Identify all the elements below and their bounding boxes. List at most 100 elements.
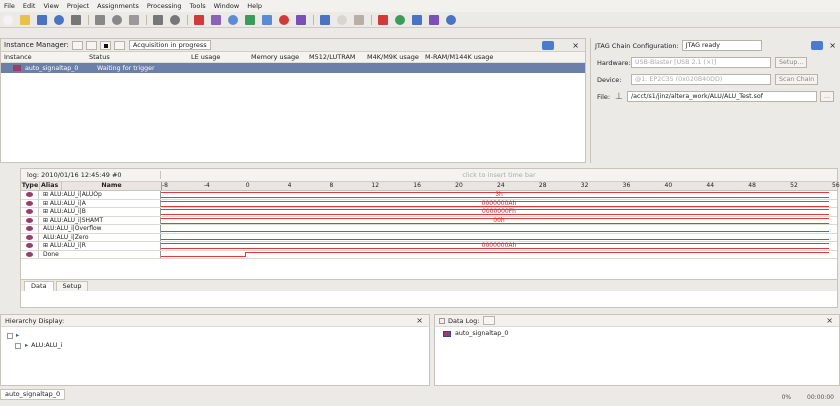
jtag-close-icon[interactable]: ×: [829, 41, 836, 50]
time-bar-hint[interactable]: click to insert time bar: [161, 171, 837, 179]
signal-type-cell: [21, 199, 39, 207]
bus-value: 0000000Fh: [482, 208, 516, 215]
read-data-icon[interactable]: [113, 40, 125, 50]
acquisition-status: Acquisition in progress: [128, 40, 211, 50]
new-icon[interactable]: [3, 14, 13, 25]
paste-icon[interactable]: [129, 14, 139, 25]
expand-icon[interactable]: ▸: [16, 331, 19, 341]
save-icon[interactable]: [37, 14, 47, 25]
menu-item-file[interactable]: File: [4, 2, 15, 10]
instance-row[interactable]: auto_signaltap_0 Waiting for trigger: [1, 63, 585, 73]
print-icon[interactable]: [71, 14, 81, 25]
data-log-entry-label: auto_signaltap_0: [455, 330, 509, 337]
hardware-label: Hardware:: [597, 58, 631, 67]
jtag-panel: JTAG Chain Configuration: JTAG ready × H…: [590, 38, 840, 163]
open-icon[interactable]: [20, 14, 30, 25]
jtag-settings-icon[interactable]: [811, 41, 824, 50]
copy-icon[interactable]: [112, 14, 122, 25]
analyze-icon[interactable]: [354, 14, 364, 25]
toolbar-separator: [146, 14, 147, 25]
menu-item-processing[interactable]: Processing: [147, 2, 182, 10]
hierarchy-root[interactable]: ▸: [7, 331, 423, 341]
instance-tab[interactable]: auto_signaltap_0: [0, 389, 66, 400]
toolbar-separator: [88, 14, 89, 25]
save-all-icon[interactable]: [54, 14, 64, 25]
time-tick-label: 28: [538, 182, 547, 189]
signal-row[interactable]: ⊞ ALU:ALU_i|ALUOp 3h: [21, 191, 837, 200]
assembler-icon[interactable]: [296, 14, 306, 25]
menu-item-view[interactable]: View: [43, 2, 58, 10]
browse-button[interactable]: ...: [820, 91, 835, 102]
close-icon[interactable]: ×: [572, 41, 579, 50]
signal-name: ALU:ALU_i|Zero: [39, 233, 161, 241]
type-header: Type: [21, 182, 39, 189]
menu-item-help[interactable]: Help: [247, 2, 262, 10]
time-tick-label: 16: [413, 182, 421, 189]
signal-row[interactable]: ⊞ ALU:ALU_i|B 0000000Fh: [21, 208, 837, 217]
tab-setup[interactable]: Setup: [55, 281, 89, 291]
waveform-panel: log: 2010/01/16 12:45:49 #0 click to ins…: [20, 168, 840, 308]
setup-button[interactable]: Setup...: [775, 57, 808, 68]
analysis-icon[interactable]: [245, 14, 255, 25]
programmer-icon[interactable]: [412, 14, 422, 25]
signal-type-cell: [21, 191, 39, 199]
menu-item-assignments[interactable]: Assignments: [97, 2, 139, 10]
run-analysis-icon[interactable]: [71, 40, 83, 50]
autorun-icon[interactable]: [85, 40, 97, 50]
settings-icon[interactable]: [542, 40, 555, 50]
instance-manager-label: Instance Manager:: [4, 41, 69, 49]
bus-value: 0000000Ah: [481, 242, 517, 249]
undo-icon[interactable]: [153, 14, 163, 25]
signal-row[interactable]: ALU:ALU_i|Overflow: [21, 225, 837, 234]
menu-item-tools[interactable]: Tools: [190, 2, 206, 10]
data-log-entry[interactable]: auto_signaltap_0: [435, 327, 839, 340]
fitter-icon[interactable]: [279, 14, 289, 25]
menu-item-window[interactable]: Window: [214, 2, 240, 10]
program-device-icon[interactable]: ⊥: [615, 92, 627, 102]
time-tick-label: 20: [455, 182, 463, 189]
node-checkbox-icon[interactable]: [15, 343, 21, 349]
hierarchy-node[interactable]: ▸ ALU:ALU_i: [7, 341, 423, 351]
signal-type-cell: [21, 225, 39, 233]
menu-bar: File Edit View Project Assignments Processing…: [0, 0, 840, 12]
data-log-close-icon[interactable]: ×: [826, 316, 833, 325]
help-icon[interactable]: [446, 14, 456, 25]
signaltap-icon[interactable]: [429, 14, 439, 25]
hardware-select[interactable]: USB-Blaster [USB 2.1 (×)]: [631, 57, 771, 68]
menu-item-project[interactable]: Project: [67, 2, 89, 10]
col-m4k: M4K/M9K usage: [367, 53, 419, 61]
redo-icon[interactable]: [170, 14, 180, 25]
start-icon[interactable]: [320, 14, 330, 25]
toolbar-separator: [187, 14, 188, 25]
synthesis-icon[interactable]: [262, 14, 272, 25]
signal-row[interactable]: ⊞ ALU:ALU_i|R 0000000Ah: [21, 242, 837, 251]
signal-waveform: 3h: [161, 191, 837, 199]
time-tick-label: 24: [497, 182, 505, 189]
signal-row[interactable]: ⊞ ALU:ALU_i|SHAMT 00h: [21, 216, 837, 225]
device-label: Device:: [597, 75, 622, 84]
signal-row[interactable]: ⊞ ALU:ALU_i|A 0000000Ah: [21, 199, 837, 208]
time-ruler[interactable]: -8 -4 0 4 8 12 16 20 24 28 32 36 40 44 48 52 56: [161, 182, 840, 190]
sof-file-field[interactable]: /acct/s1/jinz/altera_work/ALU/ALU_Test.s…: [627, 91, 817, 102]
chip-icon[interactable]: [378, 14, 388, 25]
tab-data[interactable]: Data: [24, 281, 54, 291]
hierarchy-close-icon[interactable]: ×: [416, 316, 423, 325]
checkbox-icon[interactable]: [7, 333, 13, 339]
signal-waveform: 00h: [161, 217, 837, 225]
cut-icon[interactable]: [95, 14, 105, 25]
device-select[interactable]: @1: EP2C35 (0x020B40DD): [631, 74, 771, 85]
signal-row[interactable]: Done: [21, 250, 837, 259]
stop-analysis-icon[interactable]: [99, 40, 111, 50]
stop-icon[interactable]: [337, 14, 347, 25]
signal-row[interactable]: ALU:ALU_i|Zero: [21, 233, 837, 242]
signal-name: ⊞ ALU:ALU_i|R: [39, 242, 161, 250]
instance-table-header: Instance Status LE usage Memory usage M5…: [1, 52, 585, 63]
rtl-icon[interactable]: [395, 14, 405, 25]
data-log-icon[interactable]: [483, 316, 496, 325]
compiler-icon[interactable]: [194, 14, 204, 25]
scan-chain-button[interactable]: Scan Chain: [775, 74, 819, 85]
pin-icon[interactable]: [228, 14, 238, 25]
timing-icon[interactable]: [211, 14, 221, 25]
data-log-checkbox-icon[interactable]: [439, 317, 445, 324]
menu-item-edit[interactable]: Edit: [23, 2, 36, 10]
